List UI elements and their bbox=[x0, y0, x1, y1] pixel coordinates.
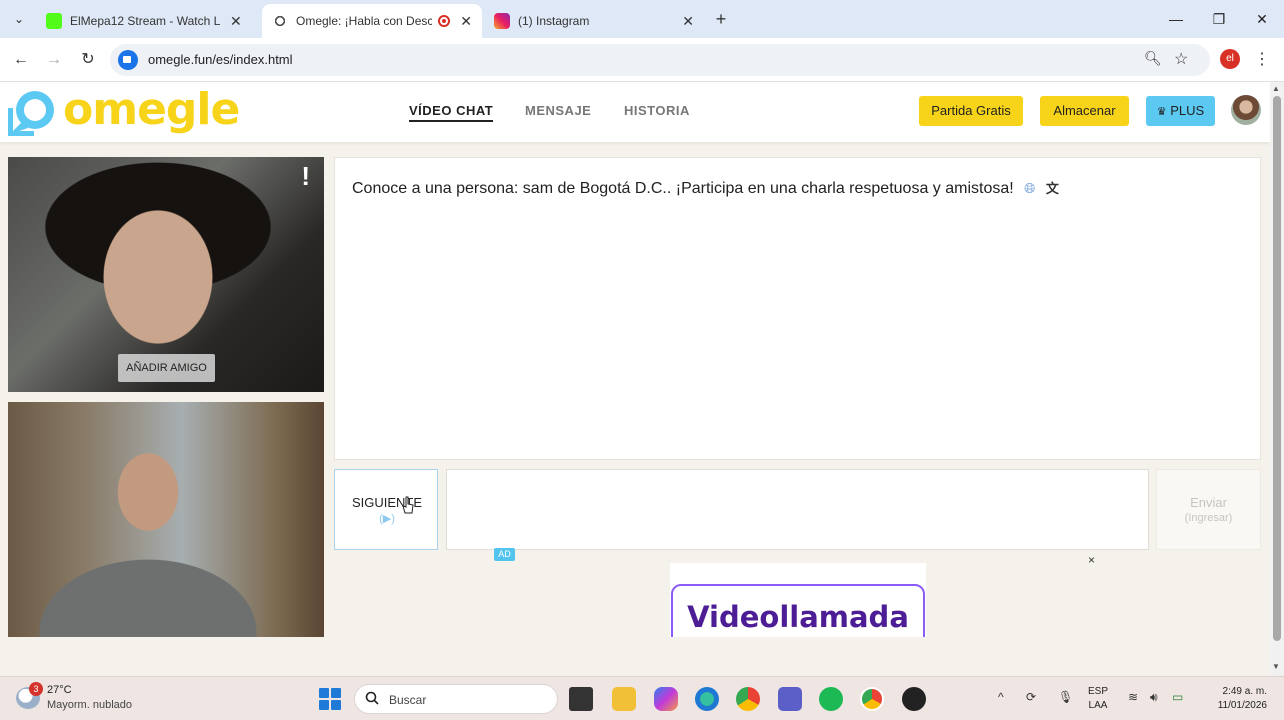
weather-description[interactable]: Mayorm. nublado bbox=[47, 699, 132, 711]
stranger-video: ! AÑADIR AMIGO bbox=[8, 157, 324, 392]
plus-label: PLUS bbox=[1170, 103, 1205, 118]
crown-icon: ♛ bbox=[1156, 106, 1167, 118]
self-video bbox=[8, 402, 324, 637]
page-scrollbar[interactable]: ▲ ▼ bbox=[1270, 82, 1284, 676]
site-info-icon[interactable] bbox=[118, 50, 138, 70]
keyboard-layout: LAA bbox=[1088, 700, 1108, 711]
taskbar-search[interactable]: Buscar bbox=[354, 684, 558, 714]
tab-title: ElMepa12 Stream - Watch Live bbox=[70, 14, 220, 28]
send-shortcut-hint: (Ingresar) bbox=[1184, 512, 1233, 524]
spotify-icon[interactable] bbox=[819, 687, 843, 711]
windows-start-icon[interactable] bbox=[319, 688, 341, 710]
tray-overflow-icon[interactable]: ^ bbox=[998, 690, 1004, 704]
task-view-icon[interactable] bbox=[569, 687, 593, 711]
microphone-icon[interactable]: 🎙︎ bbox=[1058, 690, 1073, 704]
omegle-logo-icon[interactable] bbox=[8, 88, 58, 136]
file-explorer-icon[interactable] bbox=[612, 687, 636, 711]
ad-text: Videollamada bbox=[687, 600, 909, 634]
browser-menu-icon[interactable]: ⋮ bbox=[1254, 49, 1270, 69]
language-code: ESP bbox=[1088, 686, 1109, 697]
system-message-text: Conoce a una persona: sam de Bogotá D.C.… bbox=[352, 180, 1014, 197]
teams-icon[interactable] bbox=[778, 687, 802, 711]
site-header: omegle VÍDEO CHAT MENSAJE HISTORIA Parti… bbox=[0, 82, 1270, 142]
scroll-thumb[interactable] bbox=[1273, 96, 1281, 641]
maximize-button[interactable]: ❐ bbox=[1208, 8, 1230, 30]
battery-icon[interactable]: ▭ bbox=[1172, 690, 1183, 704]
ad-close-icon[interactable]: × bbox=[1088, 553, 1095, 567]
close-tab-icon[interactable]: ✕ bbox=[682, 13, 694, 30]
address-bar[interactable]: omegle.fun/es/index.html 🔍︎ ☆ bbox=[110, 44, 1210, 76]
nav-mensaje[interactable]: MENSAJE bbox=[525, 103, 591, 118]
ad-card[interactable]: Videollamada bbox=[671, 584, 925, 637]
chat-log: Conoce a una persona: sam de Bogotá D.C.… bbox=[334, 157, 1261, 460]
partida-gratis-button[interactable]: Partida Gratis bbox=[919, 96, 1023, 126]
system-message: Conoce a una persona: sam de Bogotá D.C.… bbox=[352, 178, 1059, 198]
tab-instagram[interactable]: (1) Instagram ✕ bbox=[484, 4, 704, 38]
translate-icon[interactable]: 文 bbox=[1046, 178, 1059, 197]
system-clock[interactable]: 2:49 a. m. 11/01/2026 bbox=[1203, 685, 1267, 713]
ad-badge: AD bbox=[494, 548, 515, 561]
chrome-profile-icon[interactable] bbox=[860, 687, 884, 711]
clock-time: 2:49 a. m. bbox=[1222, 686, 1267, 697]
windows-taskbar: 3 27°C Mayorm. nublado Buscar ^ ⟳ 🎙︎ ESP… bbox=[0, 676, 1284, 720]
next-button[interactable]: SIGUIENTE (▶) bbox=[334, 469, 438, 550]
tab-search-icon[interactable]: ⌄ bbox=[10, 10, 28, 28]
new-tab-button[interactable]: + bbox=[710, 8, 732, 30]
next-shortcut-hint: (▶) bbox=[379, 513, 395, 525]
notification-badge: 3 bbox=[29, 682, 43, 696]
recording-icon bbox=[438, 15, 451, 27]
tab-title: Omegle: ¡Habla con Descon bbox=[296, 14, 433, 28]
close-window-button[interactable]: ✕ bbox=[1251, 8, 1273, 30]
url-text[interactable]: omegle.fun/es/index.html bbox=[148, 52, 293, 67]
kick-icon bbox=[46, 13, 62, 29]
send-button[interactable]: Enviar (Ingresar) bbox=[1156, 469, 1261, 550]
forward-arrow-icon[interactable]: → bbox=[43, 49, 65, 71]
volume-icon[interactable]: 🔊︎ bbox=[1150, 690, 1158, 705]
search-placeholder: Buscar bbox=[389, 693, 427, 707]
plus-button[interactable]: ♛ PLUS bbox=[1146, 96, 1215, 126]
close-tab-icon[interactable]: ✕ bbox=[230, 13, 242, 30]
tab-title: (1) Instagram bbox=[518, 14, 590, 28]
edge-icon[interactable] bbox=[695, 687, 719, 711]
message-input[interactable] bbox=[446, 469, 1149, 550]
minimize-button[interactable]: — bbox=[1165, 8, 1187, 30]
language-indicator[interactable]: ESP LAA bbox=[1088, 685, 1108, 713]
close-tab-icon[interactable]: ✕ bbox=[460, 13, 472, 30]
reload-icon[interactable]: ↻ bbox=[77, 49, 99, 71]
instagram-icon bbox=[494, 13, 510, 29]
send-label: Enviar bbox=[1190, 495, 1227, 510]
tab-omegle[interactable]: Omegle: ¡Habla con Descon ✕ bbox=[262, 4, 482, 38]
nav-historia[interactable]: HISTORIA bbox=[624, 103, 690, 118]
sync-icon[interactable]: ⟳ bbox=[1026, 690, 1036, 704]
bookmark-star-icon[interactable]: ☆ bbox=[1174, 49, 1188, 69]
tab-kick-stream[interactable]: ElMepa12 Stream - Watch Live ✕ bbox=[36, 4, 258, 38]
profile-avatar[interactable]: el bbox=[1220, 49, 1240, 69]
scroll-down-icon[interactable]: ▼ bbox=[1272, 662, 1280, 671]
nav-video-chat[interactable]: VÍDEO CHAT bbox=[409, 103, 494, 122]
report-icon[interactable]: ! bbox=[301, 161, 310, 192]
next-label: SIGUIENTE bbox=[351, 495, 423, 510]
ad-banner[interactable]: Videollamada bbox=[670, 563, 926, 637]
obs-icon[interactable] bbox=[902, 687, 926, 711]
zoom-icon[interactable]: 🔍︎ bbox=[1144, 50, 1162, 67]
scroll-up-icon[interactable]: ▲ bbox=[1272, 84, 1280, 93]
wifi-icon[interactable]: ≋ bbox=[1128, 690, 1138, 704]
globe-icon bbox=[272, 13, 288, 29]
search-icon bbox=[365, 691, 379, 705]
browser-tab-strip: ⌄ ElMepa12 Stream - Watch Live ✕ Omegle:… bbox=[0, 0, 1284, 38]
clock-date: 11/01/2026 bbox=[1217, 700, 1267, 711]
back-arrow-icon[interactable]: ← bbox=[10, 49, 32, 71]
add-friend-button[interactable]: AÑADIR AMIGO bbox=[118, 354, 215, 382]
weather-temperature[interactable]: 27°C bbox=[47, 684, 72, 696]
globe-icon: 🌐︎ bbox=[1024, 180, 1036, 196]
almacenar-button[interactable]: Almacenar bbox=[1040, 96, 1129, 126]
hand-cursor-icon bbox=[402, 496, 414, 514]
browser-toolbar: ← → ↻ omegle.fun/es/index.html 🔍︎ ☆ el ⋮ bbox=[0, 38, 1284, 82]
chrome-icon[interactable] bbox=[736, 687, 760, 711]
copilot-icon[interactable] bbox=[654, 687, 678, 711]
user-avatar[interactable] bbox=[1231, 95, 1261, 125]
logo-text[interactable]: omegle bbox=[63, 84, 240, 135]
